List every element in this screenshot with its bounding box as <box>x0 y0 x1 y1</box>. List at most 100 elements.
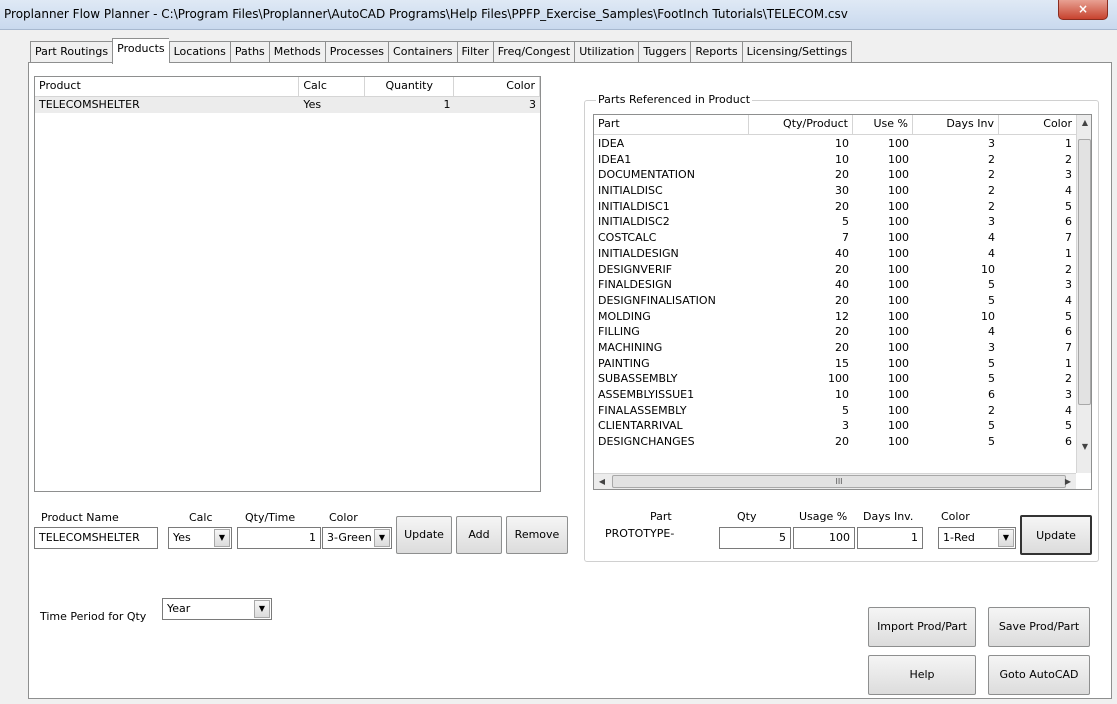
part-cell: FILLING <box>598 325 640 339</box>
column-header-calc[interactable]: Calc <box>299 77 365 96</box>
parts-horizontal-scrollbar[interactable]: ◀ III ▶ <box>594 473 1076 489</box>
save-prod-part-button[interactable]: Save Prod/Part <box>988 607 1090 647</box>
chevron-down-icon[interactable]: ▼ <box>254 600 270 618</box>
qty-product-cell: 20 <box>835 293 849 307</box>
tab-utilization[interactable]: Utilization <box>574 41 639 64</box>
close-button[interactable]: × <box>1058 0 1108 20</box>
table-row[interactable]: INITIALDISC1 20 100 2 5 <box>594 199 1076 215</box>
product-name-cell: TELECOMSHELTER <box>39 98 140 111</box>
chevron-down-icon[interactable]: ▼ <box>998 529 1014 547</box>
tab-containers[interactable]: Containers <box>388 41 457 64</box>
scroll-left-icon[interactable]: ◀ <box>594 474 610 489</box>
column-header-color[interactable]: Color <box>454 77 540 96</box>
tab-freq-congest[interactable]: Freq/Congest <box>492 41 575 64</box>
column-header-qty-product[interactable]: Qty/Product <box>749 115 853 134</box>
table-row[interactable]: COSTCALC 7 100 4 7 <box>594 230 1076 246</box>
tab-methods[interactable]: Methods <box>268 41 325 64</box>
table-row[interactable]: FILLING 20 100 4 6 <box>594 324 1076 340</box>
column-header-part[interactable]: Part <box>594 115 749 134</box>
remove-product-button[interactable]: Remove <box>506 516 568 554</box>
days-inv-cell: 4 <box>988 231 995 245</box>
scroll-right-icon[interactable]: ▶ <box>1060 474 1076 489</box>
days-inv-cell: 4 <box>988 325 995 339</box>
table-row[interactable]: INITIALDISC2 5 100 3 6 <box>594 214 1076 230</box>
part-label: Part <box>650 510 672 523</box>
part-cell: INITIALDISC <box>598 184 663 198</box>
goto-autocad-button[interactable]: Goto AutoCAD <box>988 655 1090 695</box>
tab-tuggers[interactable]: Tuggers <box>638 41 691 64</box>
table-row[interactable]: FINALDESIGN 40 100 5 3 <box>594 277 1076 293</box>
qty-product-cell: 30 <box>835 184 849 198</box>
qty-product-cell: 7 <box>842 231 849 245</box>
qty-product-cell: 12 <box>835 309 849 323</box>
color-select[interactable]: 3-Green ▼ <box>322 527 392 549</box>
tab-locations[interactable]: Locations <box>168 41 230 64</box>
tab-processes[interactable]: Processes <box>324 41 389 64</box>
products-list[interactable]: Product Calc Quantity Color TELECOMSHELT… <box>34 76 541 492</box>
update-part-button[interactable]: Update <box>1020 515 1092 555</box>
part-cell: DESIGNCHANGES <box>598 435 695 449</box>
tab-part-routings[interactable]: Part Routings <box>30 41 113 64</box>
column-header-color[interactable]: Color <box>999 115 1076 134</box>
days-inv-cell: 5 <box>988 419 995 433</box>
qty-product-cell: 5 <box>842 403 849 417</box>
table-row[interactable]: SUBASSEMBLY 100 100 5 2 <box>594 371 1076 387</box>
part-qty-field[interactable]: 5 <box>719 527 791 549</box>
table-row[interactable]: CLIENTARRIVAL 3 100 5 5 <box>594 418 1076 434</box>
part-color-value: 1-Red <box>943 531 975 544</box>
product-row[interactable]: TELECOMSHELTER Yes 1 3 <box>35 97 540 113</box>
column-header-use[interactable]: Use % <box>853 115 913 134</box>
table-row[interactable]: IDEA 10 100 3 1 <box>594 136 1076 152</box>
part-cell: INITIALDISC2 <box>598 215 670 229</box>
part-cell: INITIALDISC1 <box>598 199 670 213</box>
scroll-thumb[interactable] <box>1078 139 1091 405</box>
part-cell: ASSEMBLYISSUE1 <box>598 388 695 401</box>
table-row[interactable]: ASSEMBLYISSUE1 10 100 6 3 <box>594 387 1076 403</box>
table-row[interactable]: FINALASSEMBLY 5 100 2 4 <box>594 403 1076 419</box>
update-product-button[interactable]: Update <box>396 516 452 554</box>
scroll-thumb-horizontal[interactable]: III <box>612 475 1066 488</box>
usage-field[interactable]: 100 <box>793 527 855 549</box>
table-row[interactable]: INITIALDISC 30 100 2 4 <box>594 183 1076 199</box>
import-prod-part-button[interactable]: Import Prod/Part <box>868 607 976 647</box>
calc-select[interactable]: Yes ▼ <box>168 527 232 549</box>
color-cell: 5 <box>1065 419 1072 433</box>
scroll-up-icon[interactable]: ▲ <box>1077 115 1091 131</box>
column-header-days-inv[interactable]: Days Inv <box>913 115 999 134</box>
chevron-down-icon[interactable]: ▼ <box>214 529 230 547</box>
product-name-field[interactable]: TELECOMSHELTER <box>34 527 158 549</box>
table-row[interactable]: DESIGNVERIF 20 100 10 2 <box>594 262 1076 278</box>
table-row[interactable]: MOLDING 12 100 10 5 <box>594 309 1076 325</box>
column-header-product[interactable]: Product <box>35 77 300 96</box>
part-color-select[interactable]: 1-Red ▼ <box>938 527 1016 549</box>
qty-time-field[interactable]: 1 <box>237 527 321 549</box>
parts-list[interactable]: Part Qty/Product Use % Days Inv Color ID… <box>593 114 1092 490</box>
table-row[interactable]: MACHINING 20 100 3 7 <box>594 340 1076 356</box>
table-row[interactable]: INITIALDESIGN 40 100 4 1 <box>594 246 1076 262</box>
qty-product-cell: 3 <box>842 419 849 433</box>
tab-paths[interactable]: Paths <box>229 41 269 64</box>
tab-products[interactable]: Products <box>112 38 169 64</box>
help-button[interactable]: Help <box>868 655 976 695</box>
qty-product-cell: 20 <box>835 168 849 182</box>
tab-licensing-settings[interactable]: Licensing/Settings <box>741 41 853 64</box>
part-color-label: Color <box>941 510 970 523</box>
parts-vertical-scrollbar[interactable]: ▲ ▼ <box>1076 115 1091 473</box>
tab-filter[interactable]: Filter <box>456 41 493 64</box>
time-period-select[interactable]: Year ▼ <box>162 598 272 620</box>
qty-product-cell: 10 <box>835 152 849 166</box>
table-row[interactable]: DESIGNFINALISATION 20 100 5 4 <box>594 293 1076 309</box>
table-row[interactable]: DESIGNCHANGES 20 100 5 6 <box>594 434 1076 450</box>
column-header-quantity[interactable]: Quantity <box>365 77 455 96</box>
table-row[interactable]: IDEA1 10 100 2 2 <box>594 152 1076 168</box>
scroll-down-icon[interactable]: ▼ <box>1077 439 1091 455</box>
tab-reports[interactable]: Reports <box>690 41 742 64</box>
table-row[interactable]: DOCUMENTATION 20 100 2 3 <box>594 167 1076 183</box>
qty-product-cell: 40 <box>835 278 849 292</box>
use-cell: 100 <box>888 199 909 213</box>
days-inv-field[interactable]: 1 <box>857 527 923 549</box>
chevron-down-icon[interactable]: ▼ <box>374 529 390 547</box>
table-row[interactable]: PAINTING 15 100 5 1 <box>594 356 1076 372</box>
use-cell: 100 <box>888 309 909 323</box>
add-product-button[interactable]: Add <box>456 516 502 554</box>
